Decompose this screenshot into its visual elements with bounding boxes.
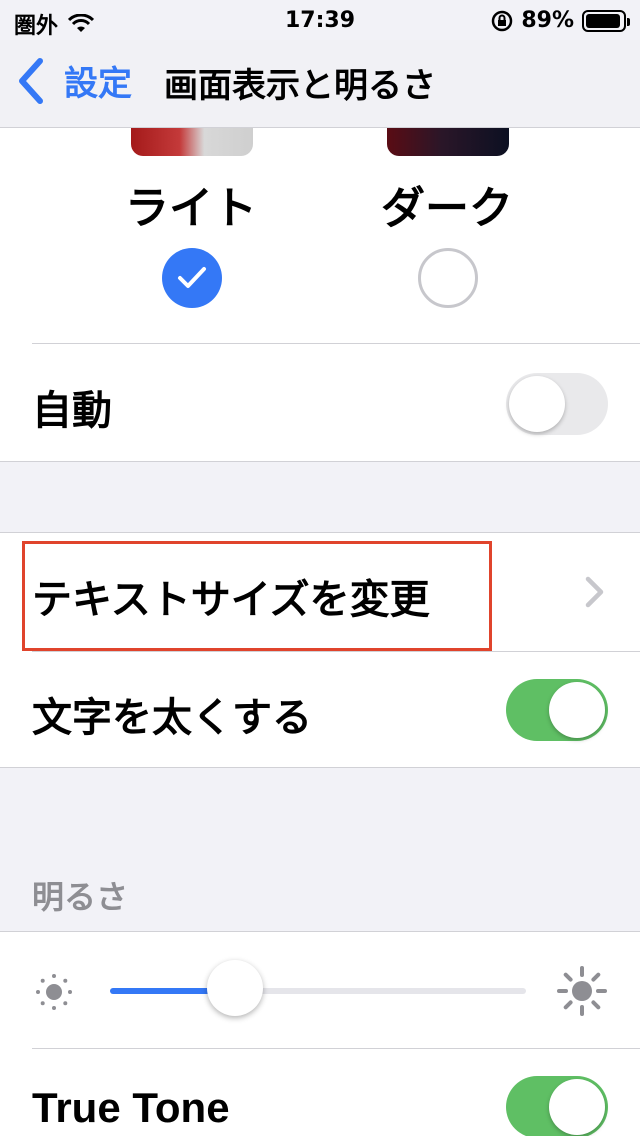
auto-label: 自動 [32,388,112,434]
bold-text-toggle[interactable] [506,679,608,741]
auto-toggle[interactable] [506,373,608,435]
brightness-slider[interactable] [110,988,526,994]
status-right: 89% [491,8,630,33]
dark-mode-radio[interactable] [418,248,478,308]
brightness-slider-thumb[interactable] [206,960,263,1016]
true-tone-toggle[interactable] [506,1076,608,1136]
divider [32,1048,640,1049]
status-bar: 圏外 17:39 89% [0,0,640,40]
chevron-left-icon [19,57,43,104]
rotation-lock-icon [492,10,513,31]
dark-mode-label: ダーク [381,183,513,234]
back-label: 設定 [64,64,132,104]
divider [32,343,640,344]
light-mode-radio[interactable] [162,248,222,308]
chevron-right-icon [585,576,604,608]
light-mode-preview[interactable] [131,128,253,156]
battery-icon [582,9,630,32]
divider [32,651,640,652]
brightness-section-header: 明るさ [32,878,129,916]
light-mode-label: ライト [125,183,257,234]
page-title: 画面表示と明るさ [164,66,436,106]
appearance-group: ライト ダーク 自動 [0,128,640,462]
navigation-bar: 設定 画面表示と明るさ [0,40,640,128]
bold-text-label: 文字を太くする [32,695,312,741]
back-button[interactable]: 設定 [16,56,132,105]
true-tone-label: True Tone [32,1084,230,1131]
sun-small-icon [36,974,72,1010]
sun-large-icon [557,966,607,1016]
highlight-box [22,541,492,651]
battery-percent: 89% [521,8,574,33]
dark-mode-preview[interactable] [387,128,509,156]
checkmark-icon [178,267,206,288]
text-settings-group: テキストサイズを変更 文字を太くする [0,532,640,768]
brightness-group: True Tone [0,931,640,1136]
